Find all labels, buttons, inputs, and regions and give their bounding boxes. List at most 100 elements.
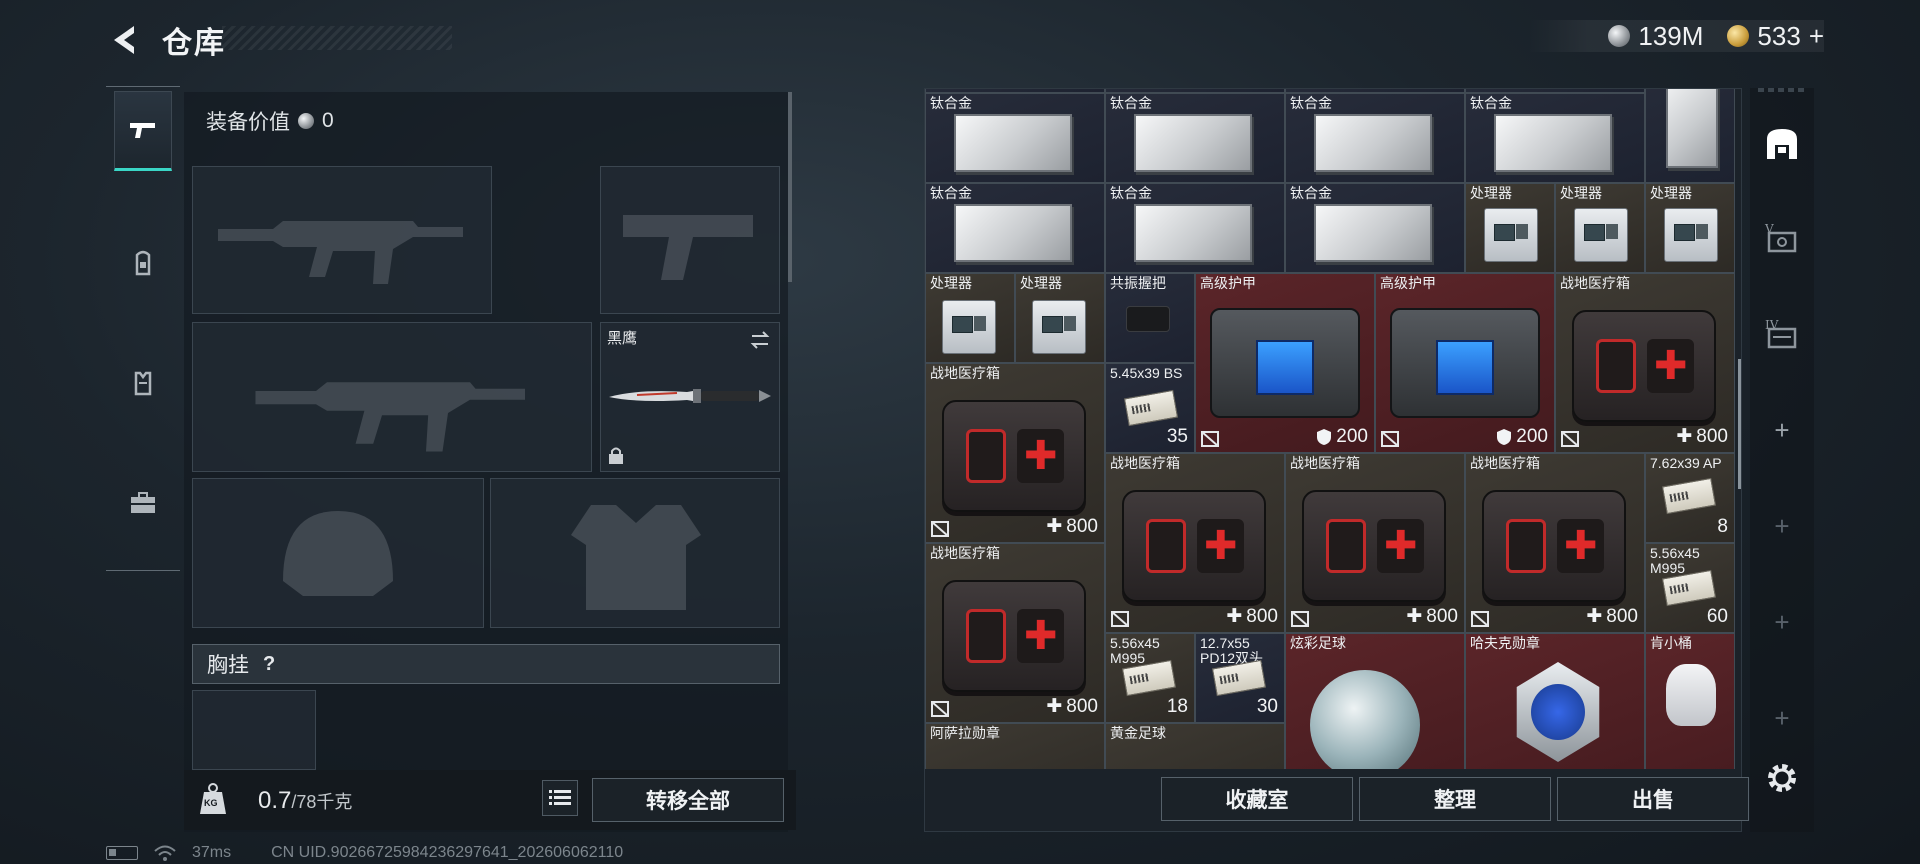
- item-cell[interactable]: 钛合金: [1105, 183, 1285, 273]
- add-stash-slot[interactable]: +: [1758, 694, 1806, 742]
- item-name: 阿萨拉勋章: [930, 725, 1000, 741]
- item-cell[interactable]: 处理器: [1015, 273, 1105, 363]
- item-name: 处理器: [1650, 185, 1692, 201]
- storage-scrollbar[interactable]: [1738, 359, 1741, 489]
- sort-button[interactable]: 整理: [1359, 777, 1551, 821]
- gold-add-button[interactable]: +: [1809, 21, 1824, 52]
- swap-icon[interactable]: [749, 329, 771, 351]
- loadout-scrollbar[interactable]: [788, 92, 792, 282]
- item-cell[interactable]: 钛合金: [1465, 93, 1645, 183]
- item-cell[interactable]: 处理器: [925, 273, 1015, 363]
- gold-currency[interactable]: 533 +: [1727, 21, 1824, 52]
- item-cell[interactable]: 战地医疗箱 ✚ ✚ 800: [925, 543, 1105, 723]
- secondary-weapon-slot[interactable]: [192, 322, 592, 472]
- tab-case[interactable]: [114, 463, 172, 543]
- chest-rig-slot[interactable]: [192, 690, 316, 770]
- item-count: 30: [1256, 696, 1278, 717]
- item-cell[interactable]: 5.56x45 M995 60: [1645, 543, 1735, 633]
- item-cell[interactable]: 战地医疗箱 ✚ ✚ 800: [1285, 453, 1465, 633]
- item-cell-partial[interactable]: [1645, 89, 1735, 183]
- currency-bar: 139M 533 +: [1528, 20, 1824, 52]
- processor-image: [1574, 208, 1628, 262]
- pistol-slot[interactable]: [600, 166, 780, 314]
- equipment-value-label: 装备价值: [206, 111, 290, 134]
- item-cell[interactable]: 战地医疗箱 ✚ ✚ 800: [1105, 453, 1285, 633]
- item-cell[interactable]: 处理器: [1645, 183, 1735, 273]
- item-cell[interactable]: 共振握把: [1105, 273, 1195, 363]
- battery-icon: [106, 846, 138, 860]
- item-count: 35: [1166, 426, 1188, 447]
- medkit-image: ✚: [942, 580, 1086, 692]
- item-name: 哈夫克勋章: [1470, 635, 1540, 651]
- page-title: 仓库: [162, 27, 226, 60]
- item-name: 战地医疗箱: [1470, 455, 1540, 471]
- add-stash-slot[interactable]: +: [1758, 502, 1806, 550]
- item-cell[interactable]: 5.56x45 M995 18: [1105, 633, 1195, 723]
- silver-currency[interactable]: 139M: [1608, 21, 1703, 52]
- item-cell[interactable]: 12.7x55 PD12双头 30: [1195, 633, 1285, 723]
- add-stash-slot[interactable]: +: [1758, 598, 1806, 646]
- shield-icon: [1497, 429, 1512, 445]
- list-view-button[interactable]: [542, 780, 578, 816]
- tab-weapons[interactable]: [114, 91, 172, 171]
- item-name: 钛合金: [1110, 185, 1152, 201]
- no-insure-icon: [1561, 431, 1579, 447]
- item-cell[interactable]: 战地医疗箱 ✚ ✚ 800: [1465, 453, 1645, 633]
- back-button[interactable]: [104, 20, 144, 60]
- item-cell[interactable]: 钛合金: [1285, 183, 1465, 273]
- item-name: 炫彩足球: [1290, 635, 1346, 651]
- storage-panel: 钛合金 钛合金 钛合金 钛合金 钛合金 钛合金 钛合金 处理器 处理器 处理器 …: [924, 88, 1749, 832]
- stash-tab-iv[interactable]: IV: [1758, 310, 1806, 358]
- item-durability: ✚ 800: [1586, 605, 1638, 628]
- item-cell[interactable]: 处理器: [1555, 183, 1645, 273]
- item-name: 黄金足球: [1110, 725, 1166, 741]
- item-cell[interactable]: 炫彩足球: [1285, 633, 1465, 769]
- stash-iv-icon: IV: [1765, 318, 1797, 349]
- stash-tab-v[interactable]: V: [1758, 214, 1806, 262]
- item-cell[interactable]: 钛合金: [1105, 93, 1285, 183]
- item-cell[interactable]: 高级护甲 200: [1375, 273, 1555, 453]
- item-cell[interactable]: 5.45x39 BS 35: [1105, 363, 1195, 453]
- tab-vest[interactable]: [114, 343, 172, 423]
- knife-icon: [609, 389, 771, 403]
- weight-readout: 0.7/78千克: [258, 787, 352, 815]
- status-bar: 37ms CN UID.90266725984236297641_2026060…: [106, 844, 623, 862]
- item-cell[interactable]: 7.62x39 AP 8: [1645, 453, 1735, 543]
- helmet-slot[interactable]: [192, 478, 484, 628]
- item-cell[interactable]: 钛合金: [925, 183, 1105, 273]
- item-durability: ✚ 800: [1226, 605, 1278, 628]
- item-cell[interactable]: 哈夫克勋章: [1465, 633, 1645, 769]
- item-cell[interactable]: 战地医疗箱 ✚ ✚ 800: [1555, 273, 1735, 453]
- melee-slot[interactable]: 黑鹰: [600, 322, 780, 472]
- item-cell[interactable]: 黄金足球: [1105, 723, 1285, 769]
- chest-rig-header[interactable]: 胸挂 ?: [192, 644, 780, 684]
- item-cell[interactable]: 处理器: [1465, 183, 1555, 273]
- collection-button[interactable]: 收藏室: [1161, 777, 1353, 821]
- transfer-all-button[interactable]: 转移全部: [592, 778, 784, 822]
- armor-slot[interactable]: [490, 478, 780, 628]
- add-stash-button[interactable]: +: [1758, 406, 1806, 454]
- item-cell[interactable]: 肯小桶: [1645, 633, 1735, 769]
- primary-weapon-slot[interactable]: [192, 166, 492, 314]
- tab-backpack[interactable]: [114, 223, 172, 303]
- help-icon[interactable]: ?: [263, 653, 275, 676]
- item-cell[interactable]: 钛合金: [1285, 93, 1465, 183]
- gold-amount: 533: [1757, 20, 1801, 51]
- ammo-box-image: [1123, 389, 1179, 427]
- medkit-image: ✚: [1482, 490, 1626, 602]
- uid-readout: CN UID.90266725984236297641_202606062110: [271, 844, 624, 861]
- loadout-panel: 装备价值 0 黑鹰 胸挂 ?: [184, 92, 788, 832]
- settings-icon[interactable]: [1764, 760, 1800, 796]
- plus-icon: ✚: [1226, 606, 1243, 627]
- item-cell[interactable]: 战地医疗箱 ✚ ✚ 800: [925, 363, 1105, 543]
- item-cell[interactable]: 阿萨拉勋章: [925, 723, 1105, 769]
- stash-tab-main[interactable]: [1758, 120, 1806, 168]
- titanium-ingot-image: [1494, 114, 1612, 172]
- item-durability: 200: [1316, 426, 1368, 448]
- sell-button[interactable]: 出售: [1557, 777, 1749, 821]
- item-name: 5.56x45 M995: [1110, 635, 1160, 666]
- processor-image: [1664, 208, 1718, 262]
- melee-name: 黑鹰: [607, 330, 638, 347]
- item-cell[interactable]: 高级护甲 200: [1195, 273, 1375, 453]
- item-cell[interactable]: 钛合金: [925, 93, 1105, 183]
